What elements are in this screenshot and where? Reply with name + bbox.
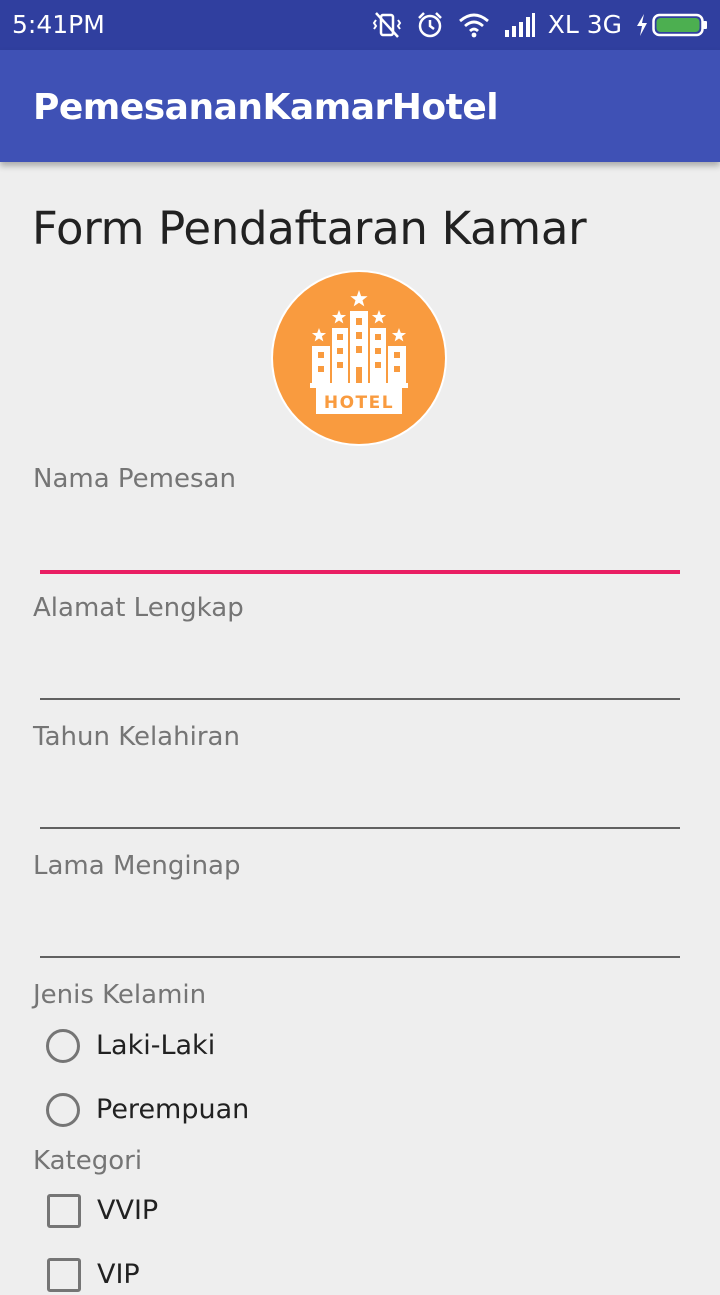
checkbox-vvip[interactable]: VVIP <box>44 1191 158 1231</box>
vibrate-off-icon <box>372 11 402 39</box>
app-title: PemesananKamarHotel <box>33 87 499 128</box>
checkbox-icon[interactable] <box>47 1194 81 1228</box>
jenis-kelamin-label: Jenis Kelamin <box>33 980 207 1010</box>
checkbox-icon[interactable] <box>47 1258 81 1292</box>
wifi-icon <box>458 12 490 38</box>
hotel-logo-image: HOTEL <box>270 268 448 450</box>
tahun-kelahiran-label: Tahun Kelahiran <box>33 722 240 752</box>
network-label: XL 3G <box>547 10 622 39</box>
app-bar: PemesananKamarHotel <box>0 50 720 162</box>
radio-laki-laki[interactable]: Laki-Laki <box>44 1026 215 1066</box>
form-heading: Form Pendaftaran Kamar <box>32 202 587 255</box>
status-bar: 5:41PM XL 3G <box>0 0 720 50</box>
radio-button-icon[interactable] <box>46 1029 80 1063</box>
battery-icon <box>652 13 708 37</box>
checkbox-vip[interactable]: VIP <box>44 1255 140 1295</box>
checkbox-label: VVIP <box>97 1195 159 1226</box>
nama-pemesan-label: Nama Pemesan <box>33 464 236 494</box>
hotel-building-icon: HOTEL <box>271 270 447 446</box>
radio-label: Perempuan <box>96 1094 250 1125</box>
radio-button-icon[interactable] <box>46 1093 80 1127</box>
hotel-logo-text: HOTEL <box>324 393 394 413</box>
alarm-icon <box>416 11 444 39</box>
alamat-lengkap-input[interactable] <box>40 640 680 700</box>
status-icons: XL 3G <box>372 9 708 41</box>
lama-menginap-label: Lama Menginap <box>33 851 241 881</box>
tahun-kelahiran-input[interactable] <box>40 769 680 829</box>
alamat-lengkap-label: Alamat Lengkap <box>33 593 244 623</box>
kategori-label: Kategori <box>33 1146 143 1176</box>
checkbox-label: VIP <box>97 1259 140 1290</box>
status-time: 5:41PM <box>12 10 105 39</box>
lama-menginap-input[interactable] <box>40 898 680 958</box>
radio-label: Laki-Laki <box>96 1030 216 1061</box>
radio-perempuan[interactable]: Perempuan <box>44 1090 249 1130</box>
nama-pemesan-input[interactable] <box>40 514 680 574</box>
charging-icon <box>636 13 648 37</box>
signal-icon <box>504 12 536 38</box>
